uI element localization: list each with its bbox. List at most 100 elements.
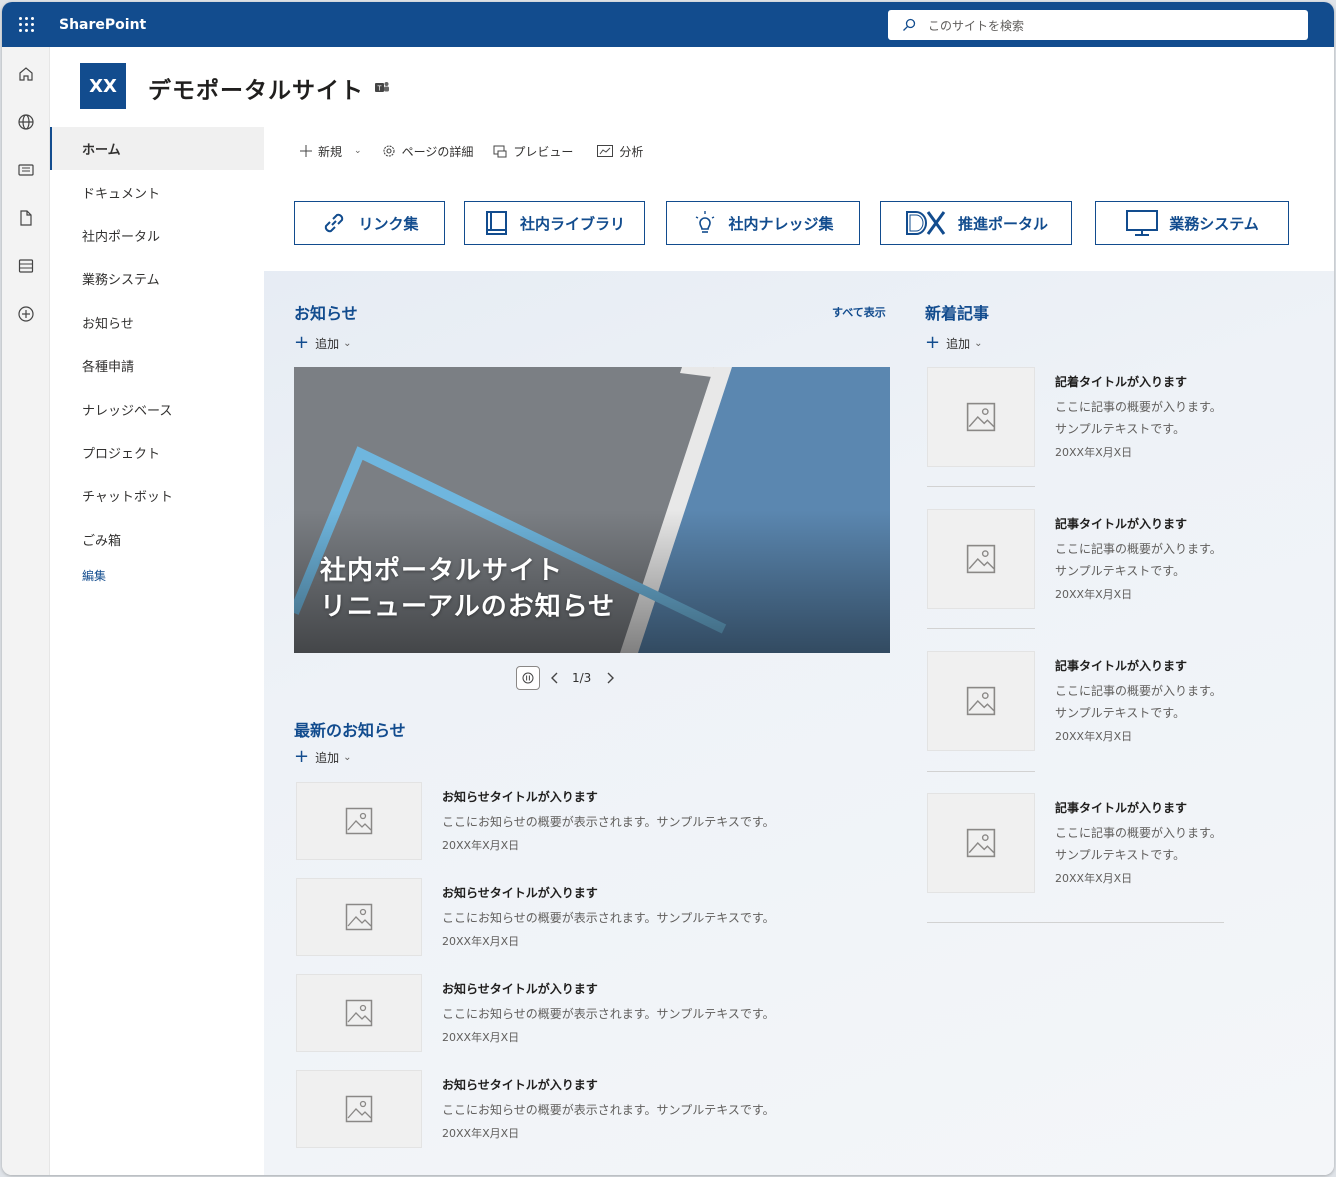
hero-headline-line2: リニューアルのお知らせ bbox=[320, 592, 616, 622]
news-item-description: ここにお知らせの概要が表示されます。サンプルテキスです。 bbox=[442, 1103, 775, 1117]
news-icon[interactable] bbox=[17, 161, 35, 179]
main-canvas: リンク集 社内ライブラリ 社内ナレッジ集 推進ポータル 業務システム お知らせ … bbox=[264, 175, 1334, 1175]
page-details-label: ページの詳細 bbox=[401, 144, 474, 159]
left-navigation: ホーム ドキュメント 社内ポータル 業務システム お知らせ 各種申請 ナレッジベ… bbox=[50, 127, 264, 1175]
image-placeholder-icon bbox=[345, 903, 373, 931]
plus-icon bbox=[300, 145, 312, 157]
nav-item-requests[interactable]: 各種申請 bbox=[50, 344, 264, 387]
hero-headline-line1: 社内ポータルサイト bbox=[320, 556, 564, 586]
nav-item-home[interactable]: ホーム bbox=[50, 127, 264, 171]
nav-item-projects[interactable]: プロジェクト bbox=[50, 431, 264, 474]
book-icon bbox=[485, 211, 507, 235]
news-item-title[interactable]: お知らせタイトルが入ります bbox=[442, 980, 598, 997]
latest-news-title: 最新のお知らせ bbox=[294, 721, 406, 740]
page-details-button[interactable]: ページの詳細 bbox=[382, 143, 474, 160]
quicklink-library-label: 社内ライブラリ bbox=[519, 214, 625, 233]
article-divider bbox=[927, 628, 1035, 629]
analytics-button[interactable]: 分析 bbox=[597, 143, 643, 160]
nav-item-business-system[interactable]: 業務システム bbox=[50, 257, 264, 300]
quicklink-links[interactable]: リンク集 bbox=[294, 201, 445, 245]
news-item-date: 20XX年X月X日 bbox=[442, 935, 520, 948]
app-bar bbox=[2, 47, 50, 1175]
news-add-button[interactable]: + 追加 ⌄ bbox=[294, 334, 352, 352]
article-title[interactable]: 記事タイトルが入ります bbox=[1055, 515, 1187, 532]
news-thumbnail[interactable] bbox=[296, 1070, 422, 1148]
news-thumbnail[interactable] bbox=[296, 878, 422, 956]
news-item-title[interactable]: お知らせタイトルが入ります bbox=[442, 1076, 598, 1093]
news-item-date: 20XX年X月X日 bbox=[442, 839, 520, 852]
image-placeholder-icon bbox=[345, 807, 373, 835]
image-placeholder-icon bbox=[966, 686, 996, 716]
list-icon[interactable] bbox=[17, 257, 35, 275]
analytics-icon bbox=[597, 145, 614, 157]
article-thumbnail[interactable] bbox=[927, 793, 1035, 893]
article-description-line1: ここに記事の概要が入ります。 bbox=[1055, 400, 1222, 414]
home-icon[interactable] bbox=[17, 65, 35, 83]
svg-text:T: T bbox=[377, 86, 382, 93]
gear-icon bbox=[383, 145, 395, 157]
article-date: 20XX年X月X日 bbox=[1055, 446, 1133, 459]
article-description-line2: サンプルテキストです。 bbox=[1055, 422, 1186, 436]
site-title[interactable]: デモポータルサイト bbox=[148, 71, 364, 105]
articles-section-title: 新着記事 bbox=[925, 304, 990, 323]
app-launcher-button[interactable] bbox=[2, 2, 50, 47]
suite-bar: SharePoint このサイトを検索 bbox=[2, 2, 1334, 47]
news-item-description: ここにお知らせの概要が表示されます。サンプルテキスです。 bbox=[442, 815, 775, 829]
new-button[interactable]: 新規 ⌄ bbox=[300, 143, 362, 160]
search-input[interactable]: このサイトを検索 bbox=[888, 10, 1308, 40]
quicklink-library[interactable]: 社内ライブラリ bbox=[464, 201, 645, 245]
quicklink-dx-portal[interactable]: 推進ポータル bbox=[880, 201, 1072, 245]
chevron-left-icon[interactable] bbox=[550, 671, 560, 685]
article-title[interactable]: 記事タイトルが入ります bbox=[1055, 799, 1187, 816]
quicklink-knowledge[interactable]: 社内ナレッジ集 bbox=[666, 201, 860, 245]
article-thumbnail[interactable] bbox=[927, 651, 1035, 751]
article-divider bbox=[927, 486, 1035, 487]
new-label: 新規 bbox=[318, 144, 343, 159]
preview-button[interactable]: プレビュー bbox=[493, 143, 573, 160]
news-hero-slide[interactable]: 社内ポータルサイト リニューアルのお知らせ bbox=[294, 367, 890, 653]
image-placeholder-icon bbox=[966, 544, 996, 574]
articles-add-label: 追加 bbox=[946, 336, 971, 351]
nav-edit-link[interactable]: 編集 bbox=[50, 567, 264, 584]
news-thumbnail[interactable] bbox=[296, 974, 422, 1052]
globe-icon[interactable] bbox=[17, 113, 35, 131]
nav-item-documents[interactable]: ドキュメント bbox=[50, 170, 264, 213]
plus-icon: + bbox=[294, 746, 310, 767]
preview-icon bbox=[493, 145, 507, 158]
nav-item-chatbot[interactable]: チャットボット bbox=[50, 474, 264, 517]
teams-icon[interactable]: T bbox=[374, 80, 390, 94]
article-description-line1: ここに記事の概要が入ります。 bbox=[1055, 684, 1222, 698]
article-description-line1: ここに記事の概要が入ります。 bbox=[1055, 542, 1222, 556]
articles-add-button[interactable]: + 追加 ⌄ bbox=[925, 334, 983, 352]
article-thumbnail[interactable] bbox=[927, 509, 1035, 609]
pause-button[interactable] bbox=[516, 666, 540, 690]
chevron-down-icon: ⌄ bbox=[354, 146, 362, 156]
article-date: 20XX年X月X日 bbox=[1055, 730, 1133, 743]
brand-name[interactable]: SharePoint bbox=[59, 17, 146, 33]
news-item-title[interactable]: お知らせタイトルが入ります bbox=[442, 788, 598, 805]
news-item-title[interactable]: お知らせタイトルが入ります bbox=[442, 884, 598, 901]
quick-links: リンク集 社内ライブラリ 社内ナレッジ集 推進ポータル 業務システム bbox=[264, 175, 1334, 271]
article-title[interactable]: 記事タイトルが入ります bbox=[1055, 657, 1187, 674]
site-logo[interactable]: XX bbox=[80, 63, 126, 109]
news-thumbnail[interactable] bbox=[296, 782, 422, 860]
article-thumbnail[interactable] bbox=[927, 367, 1035, 467]
chevron-right-icon[interactable] bbox=[605, 671, 615, 685]
plus-icon: + bbox=[925, 332, 941, 353]
file-icon[interactable] bbox=[17, 209, 35, 227]
carousel-pager: 1/3 bbox=[572, 671, 592, 685]
latest-news-add-label: 追加 bbox=[315, 750, 340, 765]
quicklink-knowledge-label: 社内ナレッジ集 bbox=[728, 214, 834, 233]
article-description-line2: サンプルテキストです。 bbox=[1055, 706, 1186, 720]
quicklink-business-system[interactable]: 業務システム bbox=[1095, 201, 1289, 245]
article-description-line1: ここに記事の概要が入ります。 bbox=[1055, 826, 1222, 840]
nav-item-recycle-bin[interactable]: ごみ箱 bbox=[50, 518, 264, 561]
article-title[interactable]: 記着タイトルが入ります bbox=[1055, 373, 1187, 390]
nav-item-portal[interactable]: 社内ポータル bbox=[50, 214, 264, 257]
create-icon[interactable] bbox=[17, 305, 35, 323]
nav-item-knowledge-base[interactable]: ナレッジベース bbox=[50, 387, 264, 430]
article-description-line2: サンプルテキストです。 bbox=[1055, 848, 1186, 862]
latest-news-add-button[interactable]: + 追加 ⌄ bbox=[294, 748, 352, 766]
nav-item-news[interactable]: お知らせ bbox=[50, 301, 264, 344]
see-all-link[interactable]: すべて表示 bbox=[832, 304, 886, 320]
